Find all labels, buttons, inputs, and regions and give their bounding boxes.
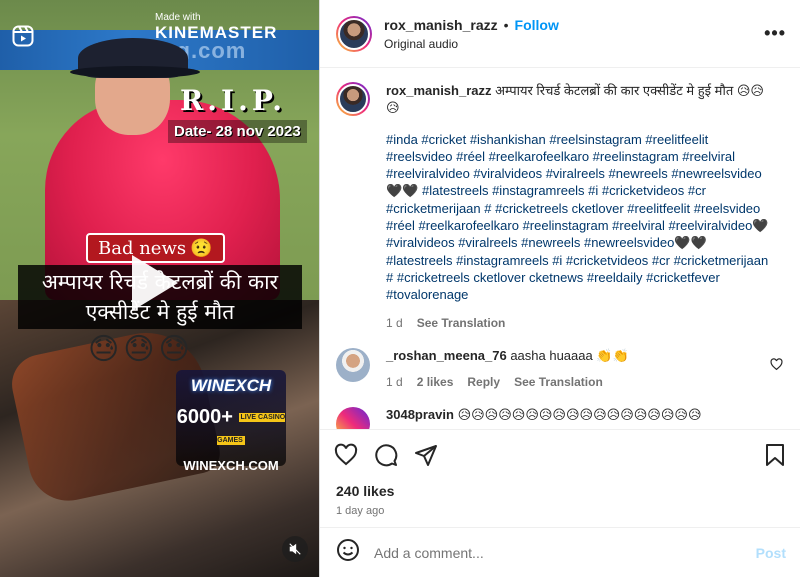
likes-count[interactable]: 240 likes: [320, 479, 800, 501]
comment-text: 😥😥😥😥😥😥😥😥😥😥😥😥😥😥😥😥😥😥: [457, 406, 702, 422]
post-comment-button[interactable]: Post: [756, 545, 786, 561]
comment-like-heart-icon[interactable]: [770, 348, 784, 376]
watermark-prefix: Made with: [155, 12, 201, 23]
winexch-ad: WINEXCH 6000+ LIVE CASINO GAMES WINEXCH.…: [176, 370, 286, 473]
instagram-post-modal: Booking.com Made with KINEMASTER R.I.P. …: [0, 0, 800, 577]
comment-body: 3048pravin 😥😥😥😥😥😥😥😥😥😥😥😥😥😥😥😥😥😥: [386, 407, 784, 423]
reel-video[interactable]: Booking.com Made with KINEMASTER R.I.P. …: [0, 0, 320, 577]
save-bookmark-icon[interactable]: [764, 443, 786, 467]
emoji-smiley-icon[interactable]: [336, 538, 360, 567]
caption-see-translation[interactable]: See Translation: [417, 315, 506, 332]
comment-item: 3048pravin 😥😥😥😥😥😥😥😥😥😥😥😥😥😥😥😥😥😥: [336, 406, 784, 429]
commenter-avatar[interactable]: [336, 406, 370, 429]
caption-age: 1 d: [386, 315, 403, 330]
follow-button[interactable]: Follow: [515, 17, 559, 33]
comment-input[interactable]: [374, 544, 756, 561]
share-paper-plane-icon[interactable]: [414, 443, 438, 467]
rip-text: R.I.P.: [180, 84, 287, 117]
caption-hashtags[interactable]: #inda #cricket #ishankishan #reelsinstag…: [386, 131, 776, 304]
post-time: 1 day ago: [336, 505, 385, 517]
commenter-username[interactable]: 3048pravin: [386, 407, 454, 422]
author-info: rox_manish_razz • Follow Original audio: [384, 17, 764, 51]
ad-brand: WINEXCH: [190, 376, 272, 395]
caption-username[interactable]: rox_manish_razz: [386, 83, 492, 98]
commenter-avatar[interactable]: [336, 347, 370, 382]
more-options-icon[interactable]: •••: [764, 23, 786, 44]
comment-likes[interactable]: 2 likes: [417, 375, 454, 389]
watermark-brand: KINEMASTER: [155, 23, 278, 42]
date-text: Date- 28 nov 2023: [168, 120, 307, 143]
sad-emojis: 😓😓😓: [88, 333, 194, 366]
author-username[interactable]: rox_manish_razz: [384, 17, 498, 33]
speaker-muted-icon: [289, 543, 301, 555]
separator-dot: •: [503, 16, 509, 33]
action-bar: [320, 429, 800, 479]
author-avatar[interactable]: [336, 15, 372, 52]
comment-body: _roshan_meena_76 aasha huaaaa 👏👏 1 d 2 l…: [386, 348, 770, 389]
caption-avatar[interactable]: [336, 82, 370, 116]
reels-icon: [8, 22, 38, 50]
ad-promo: 6000+ LIVE CASINO GAMES: [176, 406, 286, 452]
commenter-username[interactable]: _roshan_meena_76: [386, 348, 507, 363]
comment-bubble-icon[interactable]: [374, 443, 398, 467]
caption: rox_manish_razz अम्पायर रिचर्ड केटलब्रों…: [336, 82, 784, 332]
like-heart-icon[interactable]: [334, 443, 358, 467]
caption-meta: 1 d See Translation: [386, 315, 776, 332]
umpire-hat-brim: [70, 66, 200, 78]
mute-button[interactable]: [282, 536, 308, 562]
play-icon[interactable]: [132, 255, 178, 311]
ad-promo-count: 6000+: [176, 406, 233, 429]
comment-see-translation[interactable]: See Translation: [514, 375, 603, 389]
comments-scroll[interactable]: rox_manish_razz अम्पायर रिचर्ड केटलब्रों…: [320, 68, 800, 429]
post-details: rox_manish_razz • Follow Original audio …: [320, 0, 800, 577]
sad-face-icon: 😟: [190, 237, 213, 259]
post-header: rox_manish_razz • Follow Original audio …: [320, 0, 800, 68]
ad-site: WINEXCH.COM: [183, 458, 279, 474]
caption-body: rox_manish_razz अम्पायर रिचर्ड केटलब्रों…: [386, 82, 776, 332]
kinemaster-watermark: Made with KINEMASTER: [155, 12, 319, 43]
comment-meta: 1 d 2 likes Reply See Translation: [386, 375, 770, 389]
comment-age: 1 d: [386, 374, 403, 389]
comment-text: aasha huaaaa 👏👏: [510, 347, 629, 363]
reply-button[interactable]: Reply: [467, 375, 500, 389]
comment-item: _roshan_meena_76 aasha huaaaa 👏👏 1 d 2 l…: [336, 347, 784, 389]
add-comment-bar: Post: [320, 527, 800, 577]
audio-link[interactable]: Original audio: [384, 37, 764, 51]
